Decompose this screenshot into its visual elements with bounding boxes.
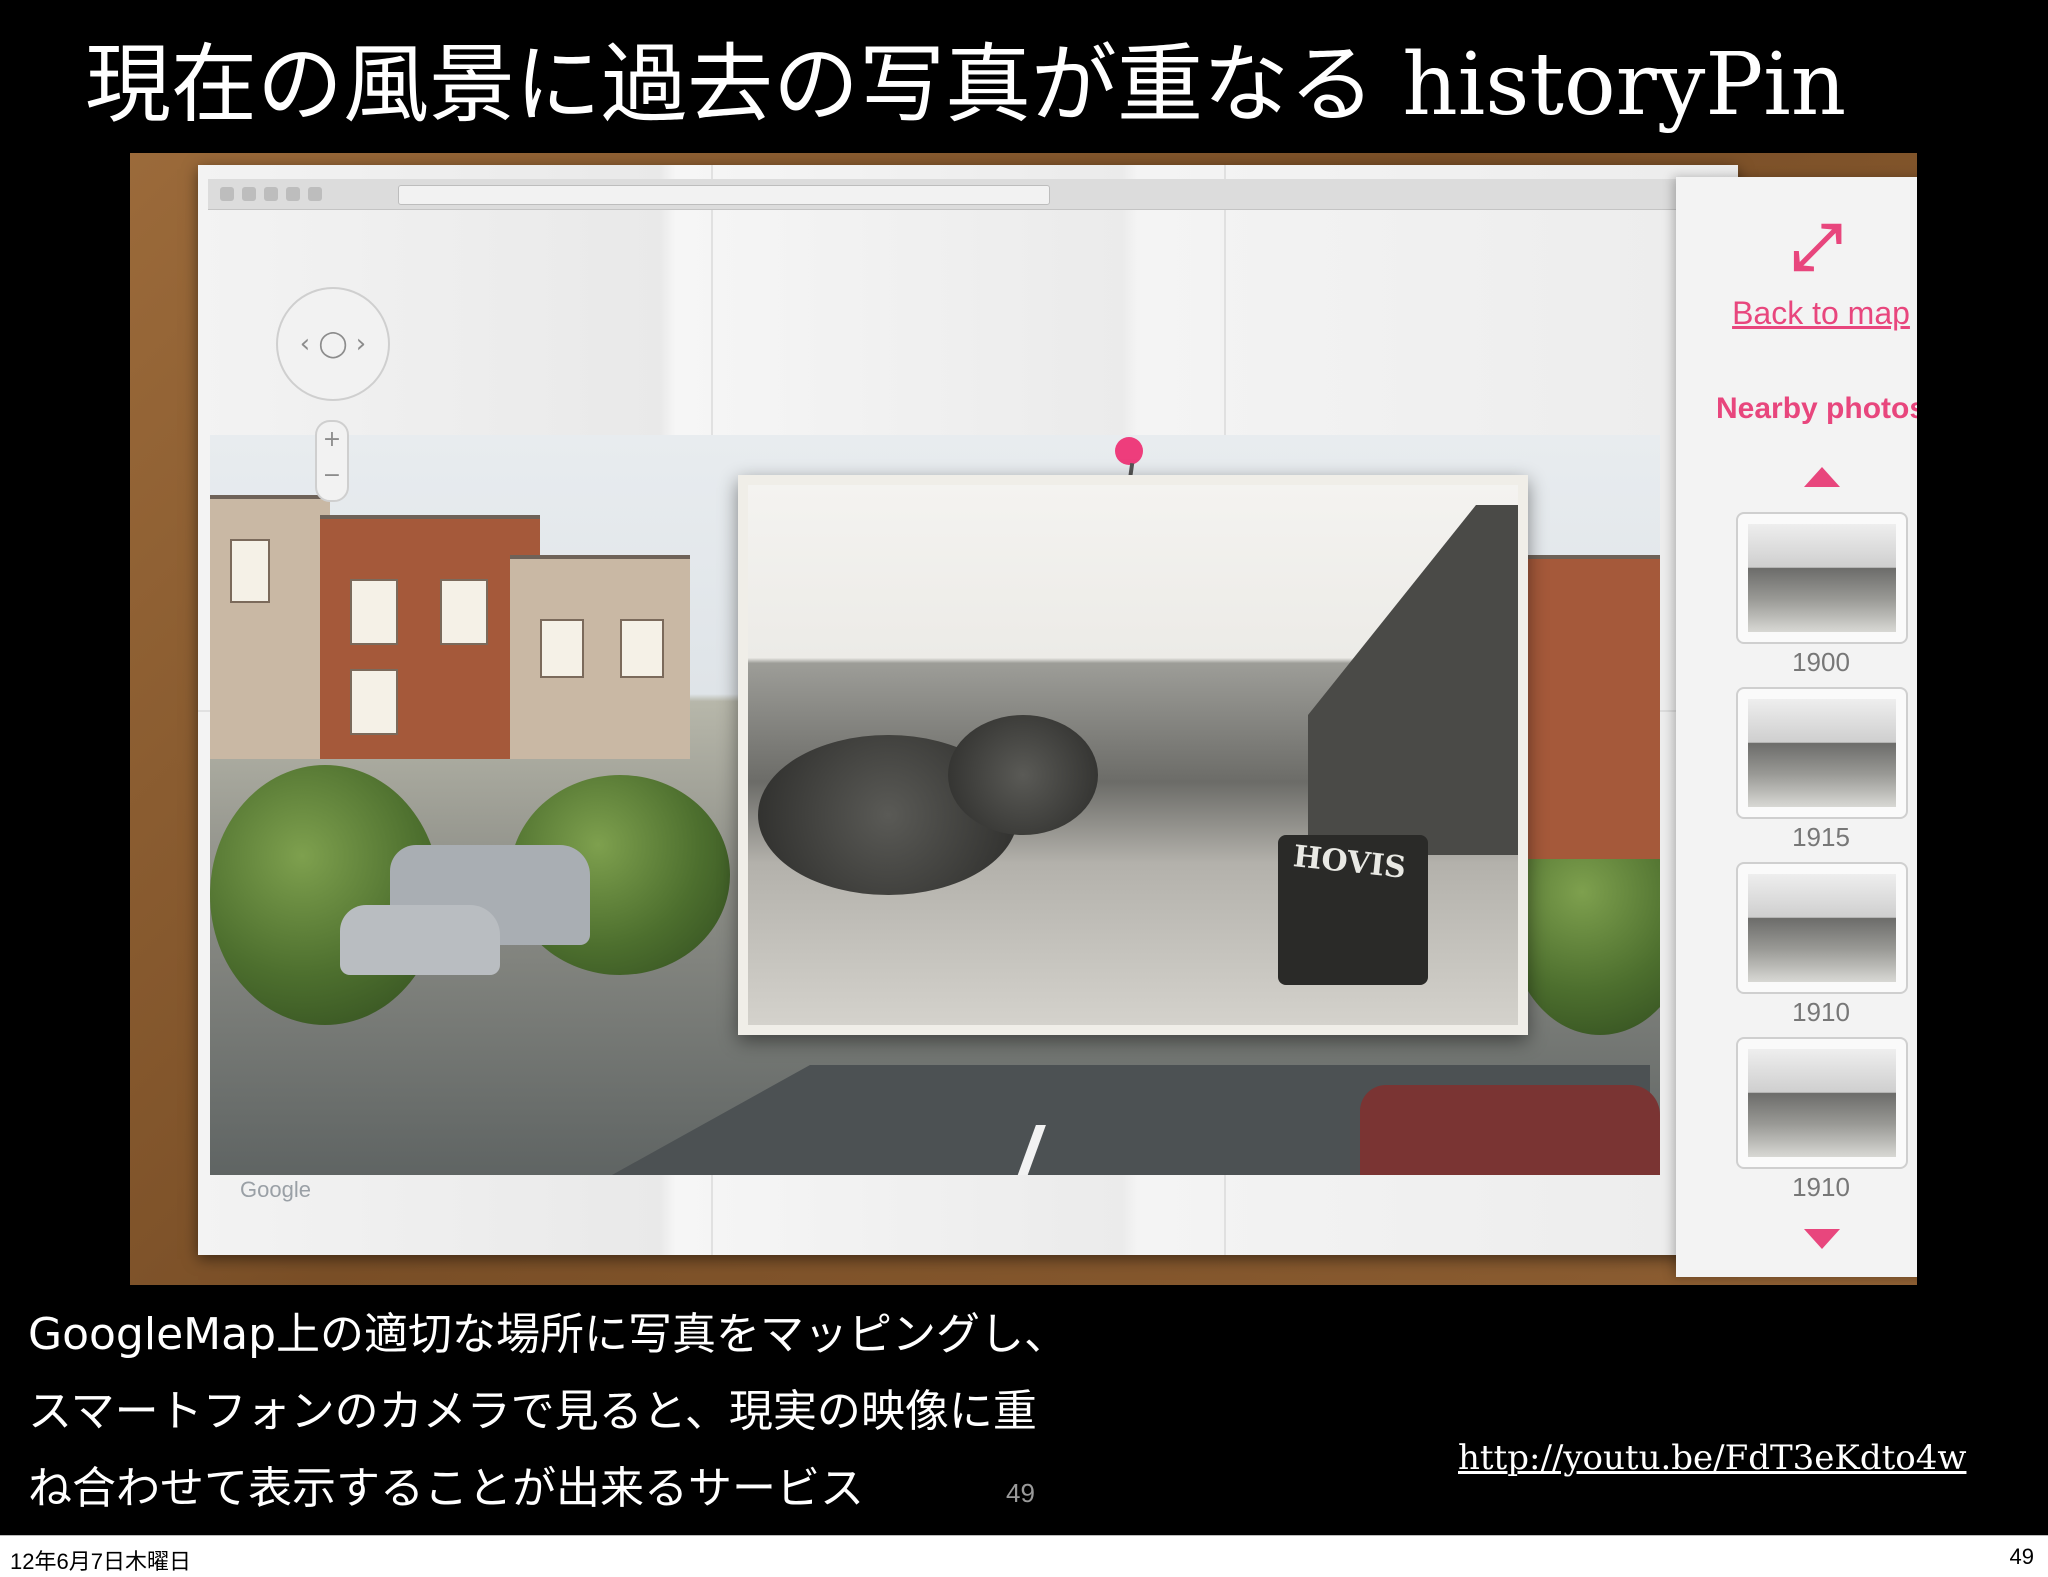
address-bar[interactable] <box>398 185 1050 205</box>
side-panel: ⤢ Back to map Nearby photos 1900 1915 19… <box>1676 177 1917 1277</box>
nearby-photo-thumbnail[interactable] <box>1736 862 1908 994</box>
thumbnail-image <box>1748 1049 1896 1157</box>
scroll-down-arrow-icon[interactable] <box>1804 1229 1840 1249</box>
slide-number: 49 <box>1006 1478 1035 1508</box>
historypin-screenshot: Google ‹ ◯ › + − HOVIS ⤢ Back to map Near… <box>130 153 1917 1285</box>
zoom-control[interactable]: + − <box>315 420 349 502</box>
nearby-photos-heading: Nearby photos <box>1715 392 1917 425</box>
back-button[interactable] <box>220 187 234 201</box>
caption-line: ね合わせて表示することが出来るサービス <box>28 1463 864 1514</box>
window <box>620 619 664 678</box>
thumbnail-image <box>1748 874 1896 982</box>
house <box>210 495 330 759</box>
browser-toolbar <box>208 179 1718 210</box>
pan-control[interactable]: ‹ ◯ › <box>276 287 390 401</box>
reload-button[interactable] <box>264 187 278 201</box>
window <box>440 579 488 645</box>
expand-arrows-icon[interactable]: ⤢ <box>1782 215 1852 279</box>
red-car <box>1360 1085 1660 1175</box>
nearby-photo-thumbnail[interactable] <box>1736 512 1908 644</box>
terrace-houses <box>1308 505 1518 855</box>
caption-line: スマートフォンのカメラで見ると、現実の映像に重 <box>28 1386 1037 1437</box>
thumbnail-image <box>1748 524 1896 632</box>
slide-title: 現在の風景に過去の写真が重なる historyPin <box>85 35 1847 135</box>
window <box>540 619 584 678</box>
historic-street-image: HOVIS <box>748 485 1518 1025</box>
house <box>320 515 540 759</box>
back-to-map-link[interactable]: Back to map <box>1676 295 1917 332</box>
nearby-photo-thumbnail[interactable] <box>1736 1037 1908 1169</box>
print-footer: 12年6月7日木曜日 49 <box>0 1535 2048 1577</box>
thumbnail-year: 1910 <box>1792 997 1850 1027</box>
google-watermark: Google <box>240 1177 311 1202</box>
thumbnail-year: 1900 <box>1792 647 1850 677</box>
footer-date: 12年6月7日木曜日 <box>10 1549 191 1574</box>
video-link[interactable]: http://youtu.be/FdT3eKdto4w <box>1458 1438 1966 1478</box>
window <box>350 579 398 645</box>
historic-photo[interactable]: HOVIS <box>738 475 1528 1035</box>
window <box>230 539 270 603</box>
thumbnail-year: 1910 <box>1792 1172 1850 1202</box>
window <box>350 669 398 735</box>
home-button[interactable] <box>286 187 300 201</box>
scroll-up-arrow-icon[interactable] <box>1804 467 1840 487</box>
silver-car <box>340 905 500 975</box>
footer-page-number: 49 <box>2009 1544 2034 1569</box>
tree <box>948 715 1098 835</box>
slide: 現在の風景に過去の写真が重なる historyPin Google ‹ ◯ › … <box>0 0 2048 1535</box>
house <box>510 555 690 759</box>
forward-button[interactable] <box>242 187 256 201</box>
thumbnail-year: 1915 <box>1792 822 1850 852</box>
folded-paper-screen: Google ‹ ◯ › + − HOVIS ⤢ Back to map Near… <box>198 165 1917 1277</box>
nearby-photo-thumbnail[interactable] <box>1736 687 1908 819</box>
thumbnail-image <box>1748 699 1896 807</box>
caption-line: GoogleMap上の適切な場所に写真をマッピングし、 <box>28 1309 1069 1360</box>
pushpin-icon <box>1115 437 1143 465</box>
bookmark-button[interactable] <box>308 187 322 201</box>
